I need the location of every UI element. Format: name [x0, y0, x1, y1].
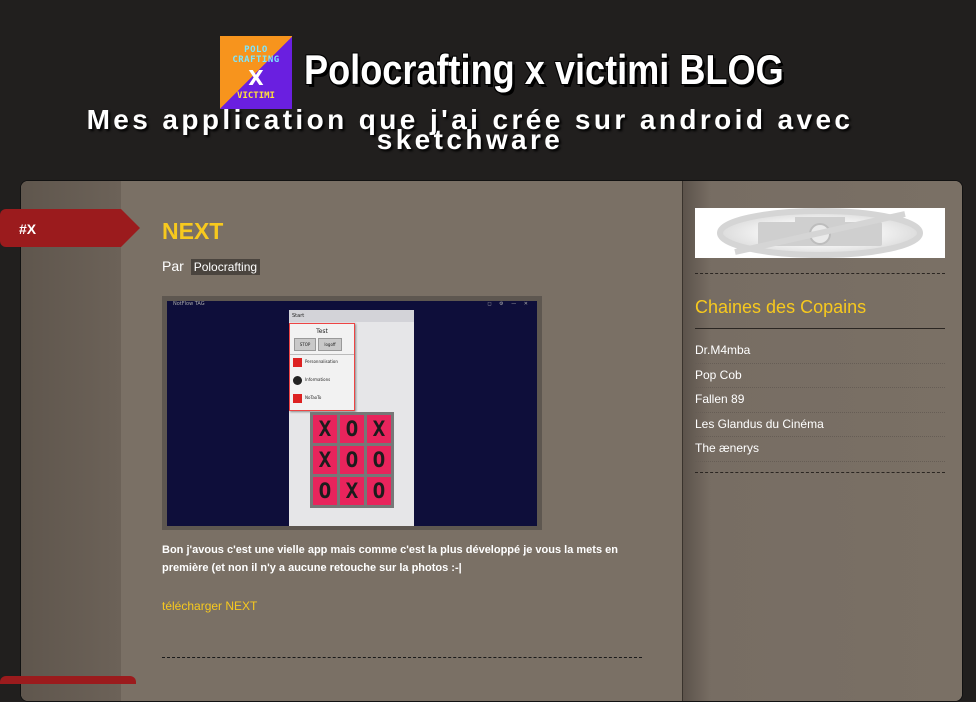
author-link[interactable]: Polocrafting: [190, 259, 261, 275]
post-byline: Par Polocrafting: [162, 258, 261, 275]
post-image-frame[interactable]: NotFlow TAG ◻ ⚙ — ✕ Start Test STOP logo…: [162, 296, 542, 530]
friend-link-dr-m4mba[interactable]: Dr.M4mba: [695, 339, 945, 364]
menu-logoff-button: logoff: [318, 338, 342, 351]
logo-text-crafting: CRAFTING: [232, 54, 280, 65]
post-body: Bon j'avous c'est une vielle app mais co…: [162, 544, 618, 574]
menu-stop-button: STOP: [294, 338, 316, 351]
menu-divider: [290, 354, 354, 355]
grid-icon: [293, 393, 302, 403]
camera-placeholder-icon: [717, 208, 923, 258]
site-title[interactable]: Polocrafting x victimi BLOG: [304, 46, 784, 94]
date-header-tag: #X: [0, 209, 140, 247]
post-image[interactable]: NotFlow TAG ◻ ⚙ — ✕ Start Test STOP logo…: [167, 301, 537, 526]
friend-link-fallen-89[interactable]: Fallen 89: [695, 388, 945, 413]
menu-item-notaoto: NoTaoTo: [293, 393, 321, 403]
site-description: Mes application que j'ai crée sur androi…: [86, 104, 854, 155]
logo-text-polo: POLO: [244, 44, 268, 55]
grid-cell: O: [313, 477, 337, 505]
logo-text-victimi: VICTIMI: [237, 90, 275, 101]
grid-cell: X: [313, 415, 337, 443]
emulator-window-icons: ◻ ⚙ — ✕: [487, 301, 531, 307]
emulator-title: NotFlow TAG: [173, 301, 205, 307]
download-link[interactable]: télécharger NEXT: [162, 599, 257, 613]
menu-title: Test: [316, 328, 328, 335]
tic-tac-toe-grid: X O X X O O O X O: [310, 412, 394, 508]
post-separator: [162, 657, 642, 658]
post-title[interactable]: NEXT: [162, 218, 223, 245]
sidebar-separator: [695, 472, 945, 473]
menu-item-informations: Informations: [293, 375, 330, 385]
friend-link-the-aenerys[interactable]: The ænerys: [695, 437, 945, 462]
widget-title: Chaines des Copains: [695, 297, 867, 317]
grid-cell: O: [367, 477, 391, 505]
grid-cell: O: [340, 415, 364, 443]
byline-prefix: Par: [162, 258, 184, 274]
app-popup-menu: Test STOP logoff Personnalisation Inform…: [289, 323, 355, 411]
friends-link-list: Dr.M4mba Pop Cob Fallen 89 Les Glandus d…: [695, 339, 945, 462]
widget-title-underline: [695, 328, 945, 329]
info-icon: [293, 375, 302, 385]
friend-link-les-glandus[interactable]: Les Glandus du Cinéma: [695, 413, 945, 437]
friend-link-pop-cob[interactable]: Pop Cob: [695, 364, 945, 388]
grid-cell: X: [367, 415, 391, 443]
sidebar-separator: [695, 273, 945, 274]
sidebar-image-placeholder: [695, 208, 945, 258]
start-label: Start: [289, 310, 414, 322]
grid-cell: O: [340, 446, 364, 474]
brush-icon: [293, 357, 302, 367]
logo-text-x: X: [248, 65, 264, 90]
grid-cell: X: [340, 477, 364, 505]
date-header-text: #X: [19, 221, 37, 237]
blog-logo[interactable]: POLO CRAFTING X VICTIMI: [220, 36, 292, 109]
menu-item-personnalisation: Personnalisation: [293, 357, 338, 367]
left-margin-band: [21, 181, 121, 701]
grid-cell: X: [313, 446, 337, 474]
grid-cell: O: [367, 446, 391, 474]
next-date-header-tag: [0, 676, 136, 684]
